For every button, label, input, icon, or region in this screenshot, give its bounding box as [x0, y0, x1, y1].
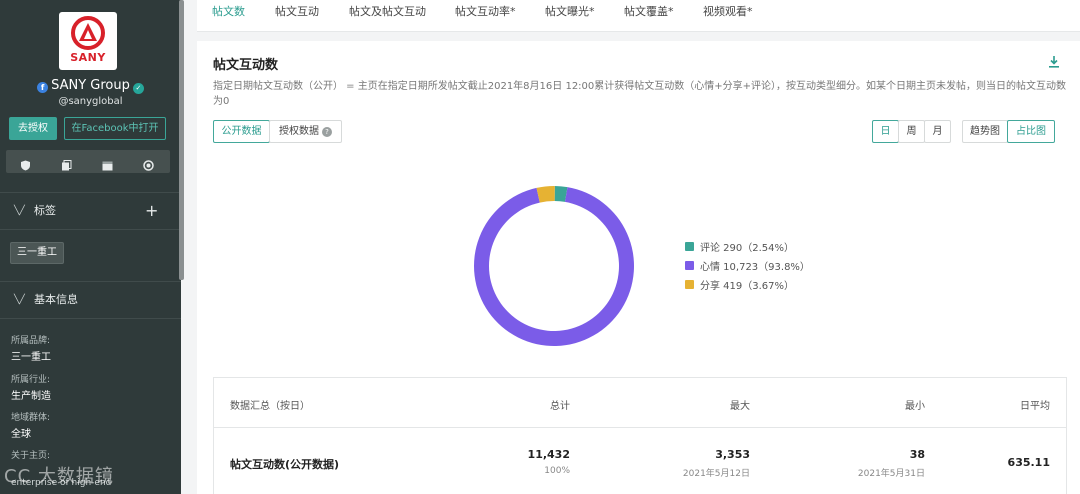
summary-col-min: 最小 — [905, 401, 925, 412]
summary-col-max: 最大 — [730, 401, 750, 412]
region-label: 地域群体: — [11, 413, 51, 423]
legend-label: 心情 10,723（93.8%） — [700, 262, 810, 273]
authorized-data-label: 授权数据 — [279, 126, 319, 137]
summary-header-label: 数据汇总（按日） — [230, 401, 310, 412]
profile-name-text: SANY Group — [51, 78, 130, 93]
tab-bar: 帖文数 帖文互动 帖文及帖文互动 帖文互动率* 帖文曝光* 帖文覆盖* 视频观看… — [197, 0, 1080, 32]
card-title: 帖文互动数 — [213, 58, 279, 73]
summary-table: 数据汇总（按日） 总计 最大 最小 日平均 帖文互动数(公开数据) 11,432… — [213, 377, 1067, 494]
tag-chip[interactable]: 三一重工 — [10, 242, 64, 264]
period-day-toggle[interactable]: 日 — [872, 120, 899, 143]
target-icon[interactable] — [143, 156, 154, 171]
logo-text: SANY — [70, 51, 106, 64]
tab-posts[interactable]: 帖文数 — [212, 0, 245, 28]
chevron-down-icon: ╲╱ — [14, 206, 25, 216]
summary-max-value: 3,353 — [715, 448, 750, 461]
brand-label: 所属品牌: — [11, 336, 51, 346]
legend-swatch — [685, 261, 694, 270]
basic-info-section-header[interactable]: ╲╱ 基本信息 — [0, 281, 181, 319]
summary-col-avg: 日平均 — [1020, 401, 1050, 412]
share-chart-toggle[interactable]: 占比图 — [1007, 120, 1055, 143]
summary-col-total: 总计 — [550, 401, 570, 412]
brand-value: 三一重工 — [11, 352, 51, 363]
tab-posts-and-interactions[interactable]: 帖文及帖文互动 — [349, 0, 426, 28]
legend-label: 评论 290（2.54%） — [700, 243, 795, 254]
summary-header-row — [214, 378, 1066, 428]
copy-icon[interactable] — [61, 156, 72, 171]
sany-logo-icon — [71, 16, 105, 50]
tab-reach[interactable]: 帖文覆盖* — [624, 0, 674, 28]
verified-icon: ✓ — [132, 83, 144, 94]
summary-avg-value: 635.11 — [1007, 456, 1050, 469]
chevron-down-icon: ╲╱ — [14, 295, 25, 305]
about-label: 关于主页: — [11, 451, 51, 461]
industry-value: 生产制造 — [11, 391, 51, 402]
summary-max-date: 2021年5月12日 — [682, 469, 750, 479]
card-description: 指定日期帖文互动数（公开） = 主页在指定日期所发帖文截止2021年8月16日 … — [213, 81, 1067, 107]
sidebar-scrollbar[interactable] — [179, 0, 184, 280]
authorize-button[interactable]: 去授权 — [9, 117, 57, 140]
sidebar: SANY f SANY Group ✓ @sanyglobal 去授权 在Faceb… — [0, 0, 181, 494]
brand-logo: SANY — [59, 12, 117, 70]
add-tag-icon[interactable]: + — [145, 193, 158, 229]
public-data-toggle[interactable]: 公开数据 — [213, 120, 270, 143]
tab-impressions[interactable]: 帖文曝光* — [545, 0, 595, 28]
profile-handle: @sanyglobal — [58, 96, 123, 107]
calendar-icon[interactable] — [102, 156, 113, 171]
watermark: CC 大数据镜 — [4, 466, 114, 487]
summary-total-value: 11,432 — [527, 448, 570, 461]
authorized-data-toggle[interactable]: 授权数据? — [269, 120, 342, 143]
open-facebook-button[interactable]: 在Facebook中打开 — [64, 117, 166, 140]
region-value: 全球 — [11, 429, 31, 440]
download-icon[interactable] — [1048, 54, 1060, 68]
industry-label: 所属行业: — [11, 375, 51, 385]
legend-label: 分享 419（3.67%） — [700, 281, 795, 292]
tags-section-header[interactable]: ╲╱ 标签 + — [0, 192, 181, 230]
tab-post-interactions[interactable]: 帖文互动 — [275, 0, 319, 28]
profile-name: f SANY Group ✓ — [0, 78, 181, 94]
period-week-toggle[interactable]: 周 — [898, 120, 925, 143]
summary-min-value: 38 — [909, 448, 925, 461]
period-month-toggle[interactable]: 月 — [924, 120, 951, 143]
tags-section-title: 标签 — [34, 204, 56, 217]
trend-chart-toggle[interactable]: 趋势图 — [962, 120, 1008, 143]
interaction-donut-chart — [474, 186, 634, 346]
donut-slice-1[interactable] — [474, 187, 634, 346]
shield-icon[interactable] — [20, 156, 31, 171]
facebook-icon: f — [37, 82, 49, 93]
tab-video-views[interactable]: 视频观看* — [703, 0, 753, 28]
legend-swatch — [685, 242, 694, 251]
summary-total-percent: 100% — [544, 466, 570, 476]
sidebar-icon-bar — [6, 150, 170, 173]
legend-swatch — [685, 280, 694, 289]
basic-info-section-title: 基本信息 — [34, 293, 78, 306]
interaction-card: 帖文互动数 指定日期帖文互动数（公开） = 主页在指定日期所发帖文截止2021年… — [197, 41, 1080, 494]
summary-min-date: 2021年5月31日 — [857, 469, 925, 479]
donut-slice-2[interactable] — [536, 186, 555, 203]
summary-row-label: 帖文互动数(公开数据) — [230, 458, 340, 471]
help-icon[interactable]: ? — [322, 127, 332, 137]
tab-interaction-rate[interactable]: 帖文互动率* — [455, 0, 516, 28]
